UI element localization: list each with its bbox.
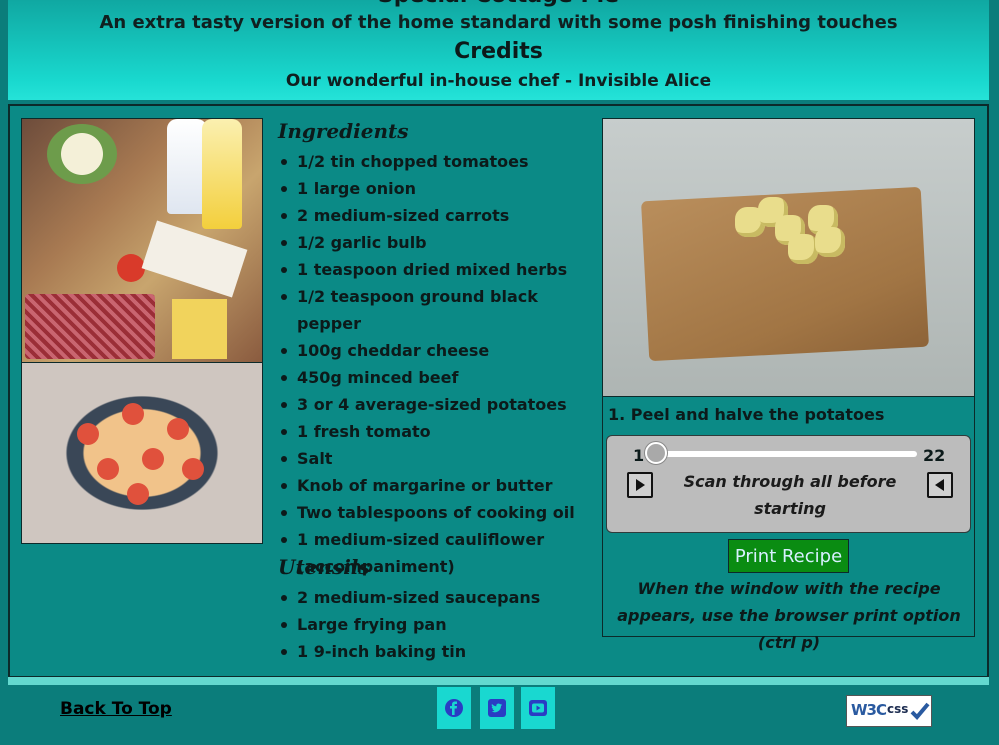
youtube-icon — [529, 700, 547, 716]
list-item: 1 teaspoon dried mixed herbs — [279, 256, 579, 283]
previous-step-button[interactable] — [927, 472, 953, 498]
list-item: 3 or 4 average-sized potatoes — [279, 391, 579, 418]
content-bottom-strip — [8, 677, 989, 685]
list-item: 100g cheddar cheese — [279, 337, 579, 364]
list-item: Large frying pan — [279, 611, 579, 638]
list-item: 1 9-inch baking tin — [279, 638, 579, 665]
list-item: 1/2 teaspoon ground black pepper — [279, 283, 579, 337]
recipe-subtitle: An extra tasty version of the home stand… — [99, 12, 898, 33]
list-item: 1 large onion — [279, 175, 579, 202]
twitter-link[interactable] — [480, 687, 514, 729]
print-recipe-button[interactable]: Print Recipe — [728, 539, 849, 573]
recipe-title: Special Cottage Pie — [8, 0, 989, 8]
facebook-icon — [445, 699, 463, 717]
utensils-heading: Utensils — [278, 555, 370, 579]
css-badge-text: css — [887, 702, 909, 716]
back-to-top-link[interactable]: Back To Top — [60, 699, 172, 719]
list-item: 1/2 tin chopped tomatoes — [279, 148, 579, 175]
list-item: Salt — [279, 445, 579, 472]
list-item: 1 fresh tomato — [279, 418, 579, 445]
play-left-icon — [935, 479, 944, 491]
step-slider-thumb[interactable] — [645, 442, 667, 464]
checkmark-icon — [910, 702, 930, 720]
scan-instruction: Scan through all before starting — [683, 472, 897, 518]
slider-max-label: 22 — [923, 446, 946, 465]
play-right-icon — [636, 479, 645, 491]
current-step-text: 1. Peel and halve the potatoes — [608, 405, 885, 424]
step-photo — [602, 118, 975, 397]
print-instruction: When the window with the recipe appears,… — [617, 579, 961, 652]
facebook-link[interactable] — [437, 687, 471, 729]
list-item: 1/2 garlic bulb — [279, 229, 579, 256]
w3c-logo-text: W3C — [851, 701, 887, 719]
w3c-css-badge[interactable]: W3C css — [846, 695, 932, 727]
finished-pie-photo — [21, 362, 263, 544]
slider-min-label: 1 — [633, 446, 645, 465]
step-slider-panel: 1 22 Scan through all before starting — [606, 435, 971, 533]
list-item: 450g minced beef — [279, 364, 579, 391]
next-step-button[interactable] — [627, 472, 653, 498]
credits-text: Our wonderful in-house chef - Invisible … — [285, 71, 712, 91]
youtube-link[interactable] — [521, 687, 555, 729]
twitter-icon — [488, 699, 506, 717]
credits-heading: Credits — [454, 39, 543, 64]
list-item: 2 medium-sized carrots — [279, 202, 579, 229]
page-header: Special Cottage Pie An extra tasty versi… — [8, 0, 989, 100]
utensils-list: 2 medium-sized saucepans Large frying pan… — [279, 584, 579, 665]
ingredients-photo — [21, 118, 263, 363]
step-slider-track[interactable] — [655, 451, 917, 457]
ingredients-heading: Ingredients — [278, 119, 409, 143]
list-item: Knob of margarine or butter — [279, 472, 579, 499]
list-item: Two tablespoons of cooking oil — [279, 499, 579, 526]
page-footer: Back To Top W3C css — [0, 685, 999, 745]
ingredients-list: 1/2 tin chopped tomatoes 1 large onion 2 m… — [279, 148, 579, 580]
list-item: 2 medium-sized saucepans — [279, 584, 579, 611]
